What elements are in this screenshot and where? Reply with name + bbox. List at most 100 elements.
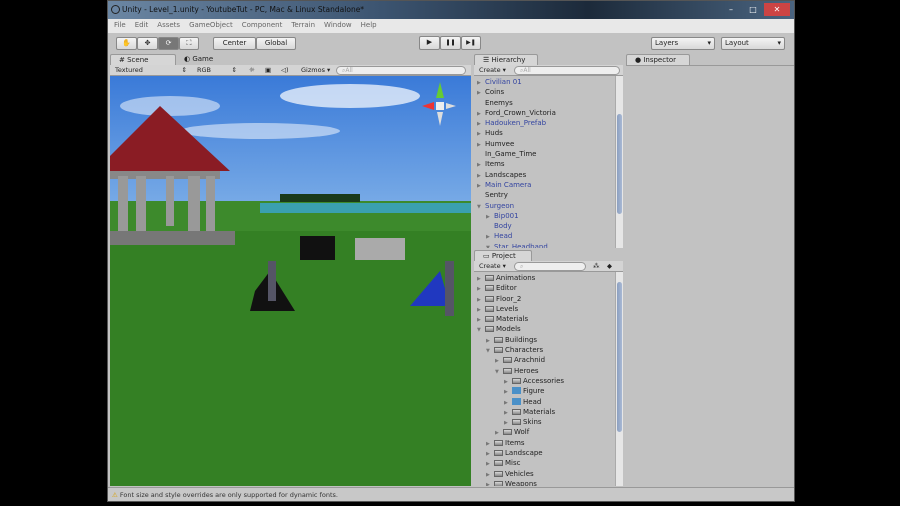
project-item[interactable]: ▶ Materials bbox=[477, 407, 615, 417]
hierarchy-item[interactable]: ▶ Head bbox=[477, 231, 615, 241]
pause-button[interactable]: ❚❚ bbox=[440, 36, 461, 50]
project-item[interactable]: ▶ Vehicles bbox=[477, 469, 615, 479]
project-item[interactable]: ▶ Floor_2 bbox=[477, 294, 615, 304]
filter-label-button[interactable]: ◆ bbox=[604, 262, 615, 271]
folder-icon bbox=[485, 275, 494, 281]
hierarchy-scrollbar[interactable] bbox=[615, 76, 623, 248]
menu-component[interactable]: Component bbox=[242, 21, 283, 31]
move-tool-button[interactable]: ✥ bbox=[137, 37, 158, 50]
expand-arrow-icon[interactable]: ▶ bbox=[486, 480, 494, 486]
project-item[interactable]: ▶ Weapons bbox=[477, 479, 615, 486]
menu-assets[interactable]: Assets bbox=[157, 21, 180, 31]
close-button[interactable]: ✕ bbox=[764, 3, 790, 16]
hierarchy-item[interactable]: ▶ Landscapes bbox=[477, 170, 615, 180]
project-list: ▶ Animations ▶ Editor ▶ Floor_2 ▶ Levels ▶ Materi… bbox=[474, 272, 615, 486]
scale-tool-button[interactable]: ⛶ bbox=[179, 37, 199, 50]
menu-edit[interactable]: Edit bbox=[135, 21, 149, 31]
hierarchy-item-label: Head bbox=[494, 232, 513, 241]
project-scrollbar[interactable] bbox=[615, 272, 623, 486]
project-search-input[interactable]: ⌕ bbox=[514, 262, 586, 271]
color-mode-dropdown[interactable]: RGB ⇕ bbox=[194, 66, 240, 75]
maximize-button[interactable]: □ bbox=[742, 3, 764, 16]
audio-toggle[interactable]: ◁) bbox=[278, 66, 292, 75]
project-item[interactable]: ▼ Models bbox=[477, 324, 615, 334]
hierarchy-item[interactable]: In_Game_Time bbox=[477, 149, 615, 159]
minimize-button[interactable]: – bbox=[720, 3, 742, 16]
gizmos-dropdown[interactable]: Gizmos ▾ bbox=[298, 66, 333, 75]
folder-icon bbox=[485, 285, 494, 292]
scene-panel: # Scene ◐ Game Textured ⇕ RGB ⇕ ☼ ▣ ◁) Giz… bbox=[110, 54, 471, 486]
lighting-toggle[interactable]: ☼ bbox=[246, 66, 258, 75]
hierarchy-item[interactable]: ▶ Huds bbox=[477, 128, 615, 138]
scene-view[interactable] bbox=[110, 76, 471, 486]
hierarchy-item[interactable]: Body bbox=[477, 221, 615, 231]
hierarchy-item[interactable]: ▼ Star_Headband bbox=[477, 242, 615, 248]
mesh-icon bbox=[512, 387, 521, 395]
menu-help[interactable]: Help bbox=[361, 21, 377, 31]
layout-dropdown[interactable]: Layout ▾ bbox=[721, 37, 785, 50]
project-item[interactable]: ▶ Skins bbox=[477, 417, 615, 427]
menu-terrain[interactable]: Terrain bbox=[291, 21, 315, 31]
tab-inspector[interactable]: ● Inspector bbox=[626, 54, 690, 65]
menu-gameobject[interactable]: GameObject bbox=[189, 21, 233, 31]
tab-project[interactable]: ▭ Project bbox=[474, 250, 532, 261]
pivot-center-button[interactable]: Center bbox=[213, 37, 256, 50]
warning-icon: ⚠ bbox=[112, 491, 118, 499]
hierarchy-item[interactable]: ▶ Ford_Crown_Victoria bbox=[477, 108, 615, 118]
folder-icon bbox=[485, 326, 494, 333]
expand-arrow-icon[interactable]: ▼ bbox=[486, 243, 494, 248]
status-message: Font size and style overrides are only s… bbox=[119, 491, 338, 499]
project-item[interactable]: ▶ Figure bbox=[477, 386, 615, 396]
scene-search-input[interactable]: ⌕All bbox=[336, 66, 466, 75]
hierarchy-item[interactable]: ▶ Humvee bbox=[477, 139, 615, 149]
project-create-button[interactable]: Create ▾ bbox=[476, 262, 509, 271]
tab-scene[interactable]: # Scene bbox=[110, 54, 176, 65]
hand-tool-button[interactable]: ✋ bbox=[116, 37, 137, 50]
project-item[interactable]: ▶ Misc bbox=[477, 458, 615, 468]
play-button[interactable]: ▶ bbox=[419, 36, 440, 50]
hierarchy-item[interactable]: ▶ Civilian 01 bbox=[477, 77, 615, 87]
window-title: Unity - Level_1.unity - YoutubeTut - PC,… bbox=[122, 5, 365, 14]
project-item[interactable]: ▼ Heroes bbox=[477, 366, 615, 376]
hierarchy-item[interactable]: ▶ Main Camera bbox=[477, 180, 615, 190]
hierarchy-item[interactable]: Enemys bbox=[477, 98, 615, 108]
project-item[interactable]: ▶ Accessories bbox=[477, 376, 615, 386]
unity-window: Unity - Level_1.unity - YoutubeTut - PC,… bbox=[107, 0, 795, 502]
hierarchy-item[interactable]: ▼ Surgeon bbox=[477, 201, 615, 211]
folder-icon bbox=[494, 347, 503, 354]
hierarchy-create-button[interactable]: Create ▾ bbox=[476, 66, 509, 75]
project-item[interactable]: ▶ Materials bbox=[477, 314, 615, 324]
hierarchy-item[interactable]: Sentry bbox=[477, 190, 615, 200]
project-item[interactable]: ▶ Arachnid bbox=[477, 355, 615, 365]
step-button[interactable]: ▶❚ bbox=[461, 36, 481, 50]
scene-render bbox=[110, 82, 471, 486]
project-item[interactable]: ▶ Animations bbox=[477, 273, 615, 283]
folder-icon bbox=[494, 460, 503, 467]
tab-hierarchy[interactable]: ☰ Hierarchy bbox=[474, 54, 538, 65]
hierarchy-item[interactable]: ▶ Coins bbox=[477, 87, 615, 97]
hierarchy-item[interactable]: ▶ Bip001 bbox=[477, 211, 615, 221]
rotate-tool-button[interactable]: ⟳ bbox=[158, 37, 179, 50]
menu-window[interactable]: Window bbox=[324, 21, 352, 31]
render-mode-dropdown[interactable]: Textured ⇕ bbox=[112, 66, 190, 75]
hierarchy-item[interactable]: ▶ Hadouken_Prefab bbox=[477, 118, 615, 128]
image-toggle[interactable]: ▣ bbox=[262, 66, 274, 75]
pivot-global-button[interactable]: Global bbox=[256, 37, 296, 50]
project-item[interactable]: ▶ Wolf bbox=[477, 427, 615, 437]
project-item[interactable]: ▶ Editor bbox=[477, 283, 615, 293]
hierarchy-item[interactable]: ▶ Items bbox=[477, 159, 615, 169]
project-item[interactable]: ▶ Items bbox=[477, 438, 615, 448]
project-item[interactable]: ▶ Levels bbox=[477, 304, 615, 314]
project-item[interactable]: ▶ Landscape bbox=[477, 448, 615, 458]
project-item[interactable]: ▼ Characters bbox=[477, 345, 615, 355]
title-bar: Unity - Level_1.unity - YoutubeTut - PC,… bbox=[108, 1, 794, 19]
filter-type-button[interactable]: ⁂ bbox=[590, 262, 603, 271]
tab-game[interactable]: ◐ Game bbox=[176, 54, 236, 65]
layers-dropdown[interactable]: Layers ▾ bbox=[651, 37, 715, 50]
project-item[interactable]: ▶ Head bbox=[477, 397, 615, 407]
project-item[interactable]: ▶ Buildings bbox=[477, 335, 615, 345]
hierarchy-item-label: Items bbox=[485, 160, 505, 169]
status-bar[interactable]: ⚠ Font size and style overrides are only… bbox=[108, 487, 794, 501]
hierarchy-search-input[interactable]: ⌕All bbox=[514, 66, 620, 75]
menu-file[interactable]: File bbox=[114, 21, 126, 31]
